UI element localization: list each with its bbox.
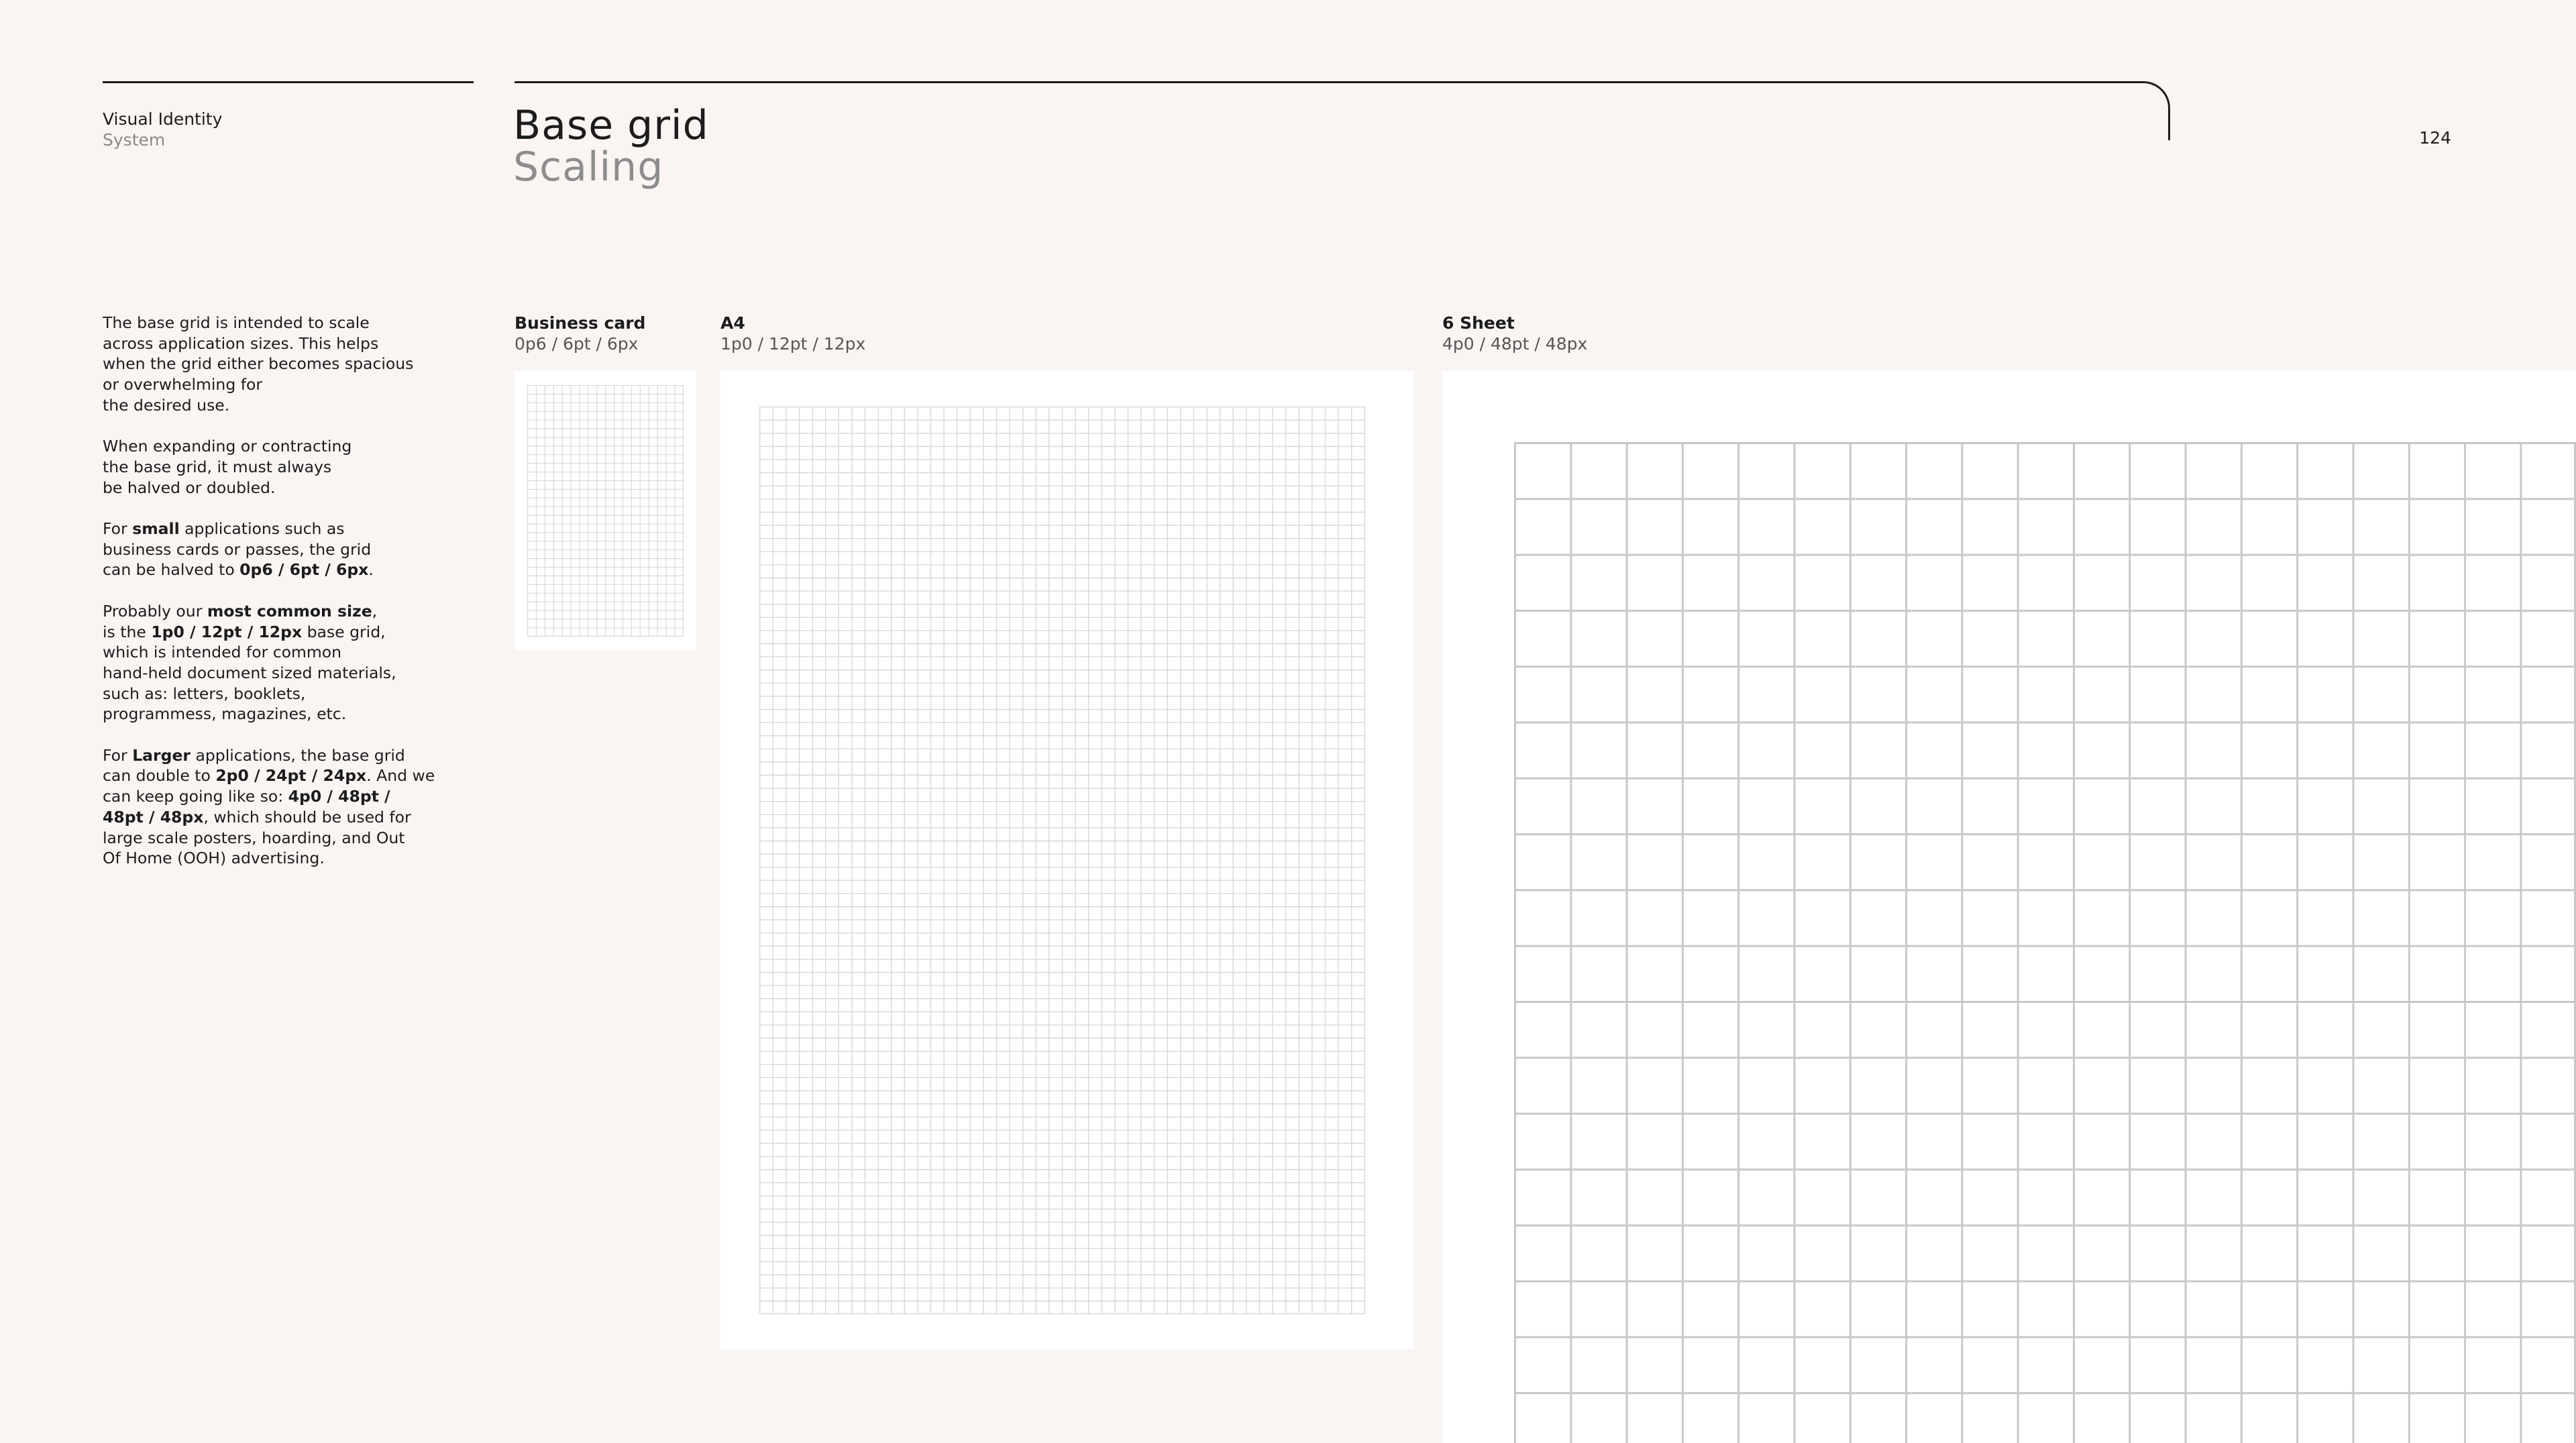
body-text-run: . [368, 560, 374, 580]
section-title: Visual Identity [103, 109, 223, 129]
example-spec: 4p0 / 48pt / 48px [1442, 334, 1588, 354]
six-sheet-sheet [1442, 371, 2576, 1443]
section-label: Visual Identity System [103, 109, 222, 150]
body-emphasis: 0p6 / 6pt / 6px [239, 560, 369, 580]
body-text-run: For [103, 745, 133, 765]
body-emphasis: 2p0 / 24pt / 24px [215, 766, 367, 786]
example-spec: 1p0 / 12pt / 12px [720, 334, 866, 354]
header-rule-left [103, 81, 474, 83]
a4-grid [759, 407, 1365, 1314]
business-card-grid [527, 385, 684, 637]
example-title: A4 [720, 313, 745, 333]
body-emphasis: 1p0 / 12pt / 12px [151, 622, 303, 641]
example-label-6-sheet: 6 Sheet 4p0 / 48pt / 48px [1442, 313, 1587, 354]
body-paragraph: For Larger applications, the base grid c… [103, 745, 451, 869]
body-text-run: Probably our [103, 601, 207, 621]
body-emphasis: small [132, 519, 180, 538]
body-text-run: When expanding or contracting the base g… [103, 437, 352, 497]
body-paragraph: When expanding or contracting the base g… [103, 436, 451, 498]
business-card-sheet [515, 371, 696, 651]
body-paragraph: Probably our most common size, is the 1p… [103, 601, 451, 725]
body-emphasis: Larger [132, 745, 191, 765]
body-copy: The base grid is intended to scale acros… [103, 313, 451, 890]
example-label-a4: A4 1p0 / 12pt / 12px [720, 313, 865, 354]
body-text-run: For [103, 519, 133, 538]
body-paragraph: The base grid is intended to scale acros… [103, 313, 451, 416]
example-spec: 0p6 / 6pt / 6px [515, 334, 639, 354]
header-rule-main [515, 81, 2170, 140]
example-title: 6 Sheet [1442, 313, 1515, 333]
body-emphasis: most common size [207, 601, 372, 621]
page-title: Base grid Scaling [513, 105, 709, 188]
a4-sheet [720, 371, 1413, 1349]
six-sheet-grid [1514, 442, 2576, 1443]
example-title: Business card [515, 313, 646, 333]
section-subtitle: System [103, 130, 166, 150]
example-label-business-card: Business card 0p6 / 6pt / 6px [515, 313, 645, 354]
page-title-main: Base grid [513, 102, 709, 149]
body-text-run: The base grid is intended to scale acros… [103, 313, 414, 415]
body-paragraph: For small applications such as business … [103, 519, 451, 580]
page-number: 124 [2419, 128, 2451, 148]
page-title-sub: Scaling [513, 144, 664, 191]
